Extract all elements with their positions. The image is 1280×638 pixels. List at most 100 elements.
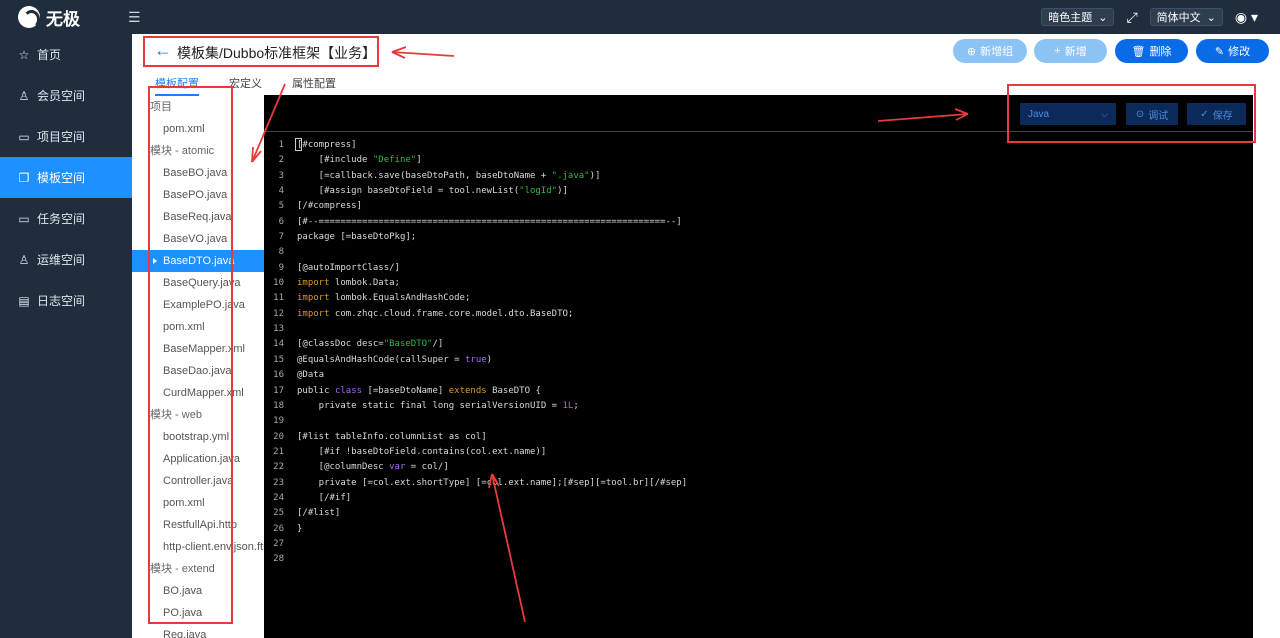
sidebar-item-4[interactable]: ▭ 任务空间 — [0, 198, 132, 239]
code-line: 25 [/#list] — [264, 506, 1253, 521]
code-text: import lombok.EqualsAndHashCode; — [297, 291, 470, 306]
edit-button[interactable]: ✎ 修改 — [1196, 39, 1269, 63]
code-token: } — [297, 523, 303, 534]
line-number: 20 — [273, 431, 284, 442]
code-token: import — [297, 293, 330, 304]
chevron-down-icon: ⌄ — [1098, 11, 1108, 24]
code-token: [/#if] — [297, 492, 352, 503]
code-text: @Data — [297, 368, 324, 383]
code-token: package [=baseDtoPkg]; — [297, 232, 417, 243]
code-token: [=callback.save(baseDtoPath, baseDtoName… — [297, 170, 552, 181]
sidebar-item-label: 首页 — [37, 48, 62, 62]
code-token: private static final long serialVersionU… — [297, 400, 563, 411]
code-token: [#list tableInfo.columnList as col] — [297, 431, 487, 442]
code-token: @EqualsAndHashCode(callSuper = — [297, 354, 465, 365]
add-label: 新增 — [1064, 46, 1087, 58]
line-number: 1 — [278, 140, 284, 150]
user-avatar-icon[interactable]: ◉ ▾ — [1235, 9, 1258, 26]
code-line: 9 [@autoImportClass/] — [264, 261, 1253, 276]
add-group-button[interactable]: ⊕ 新增组 — [953, 39, 1027, 63]
code-token: [#assign baseDtoField = tool.newList( — [297, 186, 520, 197]
code-line: 5 [/#compress] — [264, 199, 1253, 214]
tab-1[interactable]: 宏定义 — [229, 75, 262, 96]
sidebar-item-3[interactable]: ❐ 模板空间 — [0, 157, 132, 198]
theme-select-label: 暗色主题 — [1048, 12, 1093, 24]
theme-select[interactable]: 暗色主题 ⌄ — [1041, 8, 1115, 26]
code-editor[interactable]: Java ⌵ ⊙ 调试 ✓ 保存 1 [#compress] 2 [#include… — [264, 95, 1253, 638]
code-token: "logId" — [519, 186, 558, 197]
code-text: [#list tableInfo.columnList as col] — [297, 430, 487, 445]
line-number: 11 — [273, 293, 284, 304]
code-token: ] — [416, 155, 422, 166]
top-bar: 无极 ☰ 暗色主题 ⌄ ⤢ 简体中文 ⌄ ◉ ▾ — [0, 0, 1280, 34]
line-number: 15 — [273, 354, 284, 365]
sidebar-item-icon: ▤ — [18, 293, 30, 308]
code-text: import lombok.Data; — [297, 276, 400, 291]
line-number: 19 — [273, 416, 284, 427]
logo-icon — [18, 6, 40, 29]
code-line: 24 [/#if] — [264, 491, 1253, 506]
pencil-icon: ✎ — [1214, 45, 1225, 58]
code-line: 14 [@classDoc desc="BaseDTO"/] — [264, 337, 1253, 352]
delete-button[interactable]: 🗑 删除 — [1115, 39, 1188, 63]
code-text: private static final long serialVersionU… — [297, 399, 579, 414]
code-token: [#compress] — [297, 140, 357, 150]
line-number: 25 — [273, 508, 284, 519]
code-line: 3 [=callback.save(baseDtoPath, baseDtoNa… — [264, 169, 1253, 184]
code-token: [#include — [297, 155, 373, 166]
code-token: 1L — [562, 400, 574, 411]
sidebar-item-icon: ▭ — [18, 211, 30, 226]
code-text: [@classDoc desc="BaseDTO"/] — [297, 337, 443, 352]
code-token: import — [297, 278, 330, 289]
sidebar-item-label: 项目空间 — [37, 130, 86, 144]
line-number: 17 — [273, 385, 284, 396]
code-line: 21 [#if !baseDtoField.contains(col.ext.n… — [264, 445, 1253, 460]
sidebar-item-0[interactable]: ☆ 首页 — [0, 34, 132, 75]
fullscreen-icon[interactable]: ⤢ — [1126, 9, 1137, 26]
language-select-label: 简体中文 — [1156, 12, 1201, 24]
annotation-box-tree — [148, 86, 233, 624]
line-number: 27 — [273, 538, 284, 549]
tab-2[interactable]: 属性配置 — [292, 75, 336, 96]
language-select[interactable]: 简体中文 ⌄ — [1149, 8, 1223, 26]
plus-icon: + — [1054, 45, 1061, 57]
code-text: public class [=baseDtoName] extends Base… — [297, 384, 541, 399]
code-line: 23 private [=col.ext.shortType] [=col.ex… — [264, 476, 1253, 491]
add-button[interactable]: + 新增 — [1034, 39, 1107, 63]
code-line: 10 import lombok.Data; — [264, 276, 1253, 291]
line-number: 2 — [278, 155, 284, 166]
code-text: [#assign baseDtoField = tool.newList("lo… — [297, 184, 568, 199]
code-token: )] — [557, 186, 568, 197]
code-text: [#include "Define"] — [297, 153, 422, 168]
code-token: [#--====================================… — [297, 216, 682, 227]
back-arrow-icon[interactable]: ← — [154, 40, 172, 61]
code-token: lombok.EqualsAndHashCode; — [329, 293, 471, 304]
app-logo[interactable]: 无极 — [18, 5, 80, 30]
code-token: /] — [432, 339, 444, 350]
sidebar-item-5[interactable]: ♙ 运维空间 — [0, 239, 132, 280]
code-text: [/#compress] — [297, 199, 362, 214]
code-text: [/#list] — [297, 506, 340, 521]
line-number: 18 — [273, 400, 284, 411]
code-token: BaseDTO { — [486, 385, 541, 396]
code-text: package [=baseDtoPkg]; — [297, 230, 416, 245]
sidebar-item-1[interactable]: ♙ 会员空间 — [0, 75, 132, 116]
code-line: 12 import com.zhqc.cloud.frame.core.model… — [264, 307, 1253, 322]
code-token: [@autoImportClass/] — [297, 262, 400, 273]
line-number: 9 — [278, 262, 284, 273]
menu-toggle-icon[interactable]: ☰ — [128, 9, 141, 26]
tree-file-item[interactable]: Req.java — [132, 624, 264, 638]
sidebar-item-label: 任务空间 — [37, 212, 86, 226]
code-token: [/#list] — [297, 508, 341, 519]
sidebar-item-2[interactable]: ▭ 项目空间 — [0, 116, 132, 157]
code-line: 22 [@columnDesc var = col/] — [264, 460, 1253, 475]
line-number: 24 — [273, 492, 284, 503]
code-token: var — [389, 462, 406, 473]
code-area[interactable]: 1 [#compress] 2 [#include "Define"] 3 [=cal… — [264, 138, 1253, 568]
sidebar-item-6[interactable]: ▤ 日志空间 — [0, 280, 132, 321]
plus-circle-icon: ⊕ — [966, 45, 977, 58]
code-token: [/#compress] — [297, 201, 363, 212]
line-number: 7 — [278, 232, 284, 243]
code-token: ; — [573, 400, 579, 411]
code-token: import — [297, 308, 330, 319]
